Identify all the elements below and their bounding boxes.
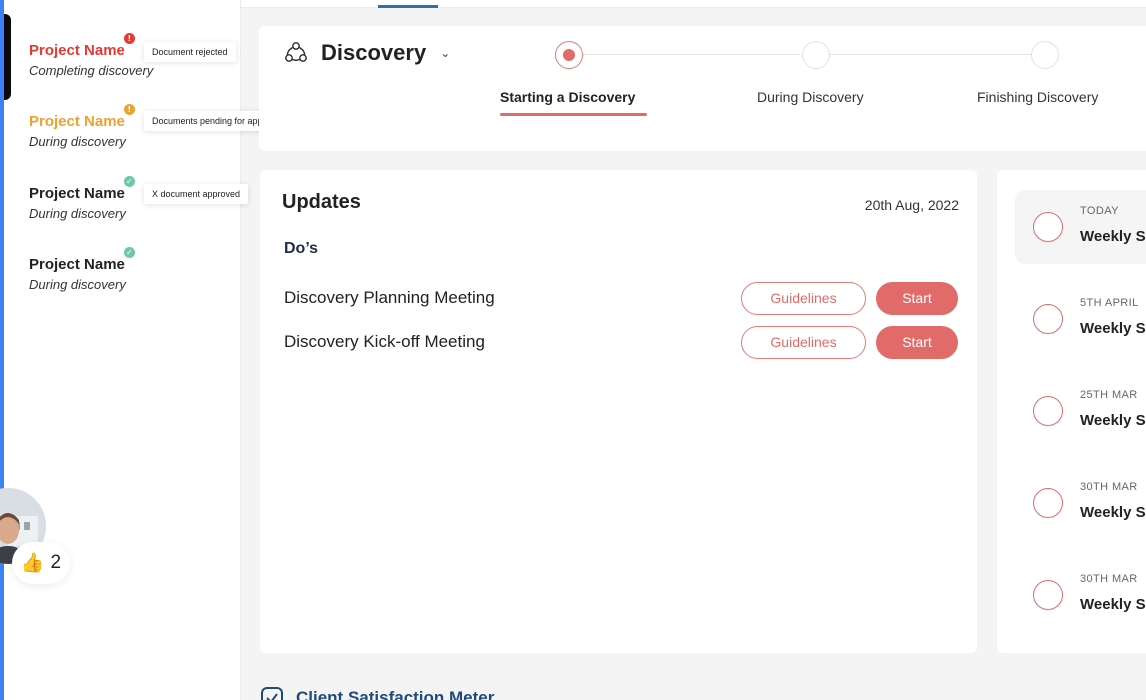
- task-row: Discovery Kick-off Meeting Guidelines St…: [284, 325, 958, 359]
- stage-card: Starting a Discovery During Discovery Fi…: [259, 26, 1146, 151]
- timeline-date: 25TH MAR: [1080, 389, 1138, 401]
- top-nav-bar: [241, 0, 1146, 8]
- step-connector: [830, 54, 1031, 55]
- timeline-circle-icon: [1033, 212, 1063, 242]
- project-name: Project Name !: [29, 33, 135, 59]
- timeline-circle-icon: [1033, 488, 1063, 518]
- client-satisfaction-section[interactable]: Client Satisfaction Meter: [260, 686, 494, 700]
- rejected-alert-icon: !: [123, 33, 135, 44]
- timeline-item[interactable]: TODAY Weekly S: [1015, 190, 1146, 264]
- timeline-date: 30TH MAR: [1080, 481, 1138, 493]
- updates-title: Updates: [282, 191, 361, 213]
- project-name: Project Name ✓: [29, 247, 135, 273]
- timeline-title: Weekly S: [1080, 412, 1146, 429]
- start-button[interactable]: Start: [876, 325, 958, 359]
- step-3-indicator[interactable]: [1031, 41, 1059, 69]
- project-name: Project Name !: [29, 104, 135, 130]
- timeline-date: TODAY: [1080, 205, 1119, 217]
- step-1-label[interactable]: Starting a Discovery: [500, 89, 635, 105]
- guidelines-button[interactable]: Guidelines: [741, 281, 866, 315]
- updates-date: 20th Aug, 2022: [864, 197, 959, 213]
- timeline-title: Weekly S: [1080, 504, 1146, 521]
- timeline-item[interactable]: 30TH MAR Weekly S: [1015, 466, 1146, 540]
- project-name-text: Project Name: [29, 185, 125, 202]
- active-step-underline: [500, 113, 647, 116]
- step-3-label[interactable]: Finishing Discovery: [977, 89, 1098, 105]
- timeline-title: Weekly S: [1080, 228, 1146, 245]
- timeline-circle-icon: [1033, 396, 1063, 426]
- status-tooltip-rejected: Document rejected: [144, 42, 236, 62]
- step-2-indicator[interactable]: [802, 41, 830, 69]
- dos-section-title: Do’s: [284, 240, 319, 257]
- step-connector: [583, 54, 800, 55]
- section-title: Client Satisfaction Meter: [296, 688, 495, 700]
- step-2-label[interactable]: During Discovery: [757, 89, 864, 105]
- reaction-count: 2: [50, 552, 62, 573]
- timeline-title: Weekly S: [1080, 320, 1146, 337]
- stage-title: Discovery: [321, 40, 427, 65]
- project-name-text: Project Name: [29, 256, 125, 273]
- task-name: Discovery Kick-off Meeting: [284, 332, 485, 351]
- project-status: During discovery: [29, 277, 126, 292]
- start-button[interactable]: Start: [876, 281, 958, 315]
- task-row: Discovery Planning Meeting Guidelines St…: [284, 281, 958, 315]
- step-1-indicator[interactable]: [555, 41, 583, 69]
- checkbox-check-icon: [261, 687, 283, 700]
- timeline-circle-icon: [1033, 304, 1063, 334]
- timeline-date: 30TH MAR: [1080, 573, 1138, 585]
- active-tab-underline: [378, 5, 438, 8]
- project-status: During discovery: [29, 206, 126, 221]
- pending-alert-icon: !: [123, 104, 135, 115]
- guidelines-button[interactable]: Guidelines: [741, 325, 866, 359]
- updates-card: Updates 20th Aug, 2022 Do’s Discovery Pl…: [260, 170, 977, 653]
- timeline-date: 5TH APRIL: [1080, 297, 1139, 309]
- project-name-text: Project Name: [29, 42, 125, 59]
- discovery-icon: [285, 42, 307, 62]
- timeline-title: Weekly S: [1080, 596, 1146, 613]
- active-project-indicator: [4, 14, 11, 100]
- status-tooltip-approved: X document approved: [144, 184, 249, 204]
- timeline-item[interactable]: 5TH APRIL Weekly S: [1015, 282, 1146, 356]
- project-status: Completing discovery: [29, 63, 154, 78]
- reaction-badge[interactable]: 👍 2: [12, 542, 70, 584]
- task-actions: Guidelines Start: [741, 325, 958, 359]
- project-sidebar: Project Name ! Completing discovery Docu…: [0, 0, 291, 700]
- approved-check-icon: ✓: [123, 176, 135, 187]
- chevron-down-icon: ⌄: [440, 46, 451, 60]
- project-status: During discovery: [29, 134, 126, 149]
- project-name: Project Name ✓: [29, 176, 135, 202]
- thumbs-up-icon: 👍: [20, 553, 45, 574]
- timeline-item[interactable]: 25TH MAR Weekly S: [1015, 374, 1146, 448]
- project-name-text: Project Name: [29, 113, 125, 130]
- sidebar-edge-strip: [0, 0, 4, 700]
- approved-check-icon: ✓: [123, 247, 135, 258]
- task-actions: Guidelines Start: [741, 281, 958, 315]
- stage-selector[interactable]: Discovery ⌄: [283, 40, 450, 66]
- task-name: Discovery Planning Meeting: [284, 288, 495, 307]
- timeline-item[interactable]: 30TH MAR Weekly S: [1015, 558, 1146, 632]
- activity-timeline: TODAY Weekly S 5TH APRIL Weekly S 25TH M…: [997, 170, 1146, 653]
- timeline-circle-icon: [1033, 580, 1063, 610]
- project-item-4[interactable]: Project Name ✓ During discovery: [20, 247, 230, 308]
